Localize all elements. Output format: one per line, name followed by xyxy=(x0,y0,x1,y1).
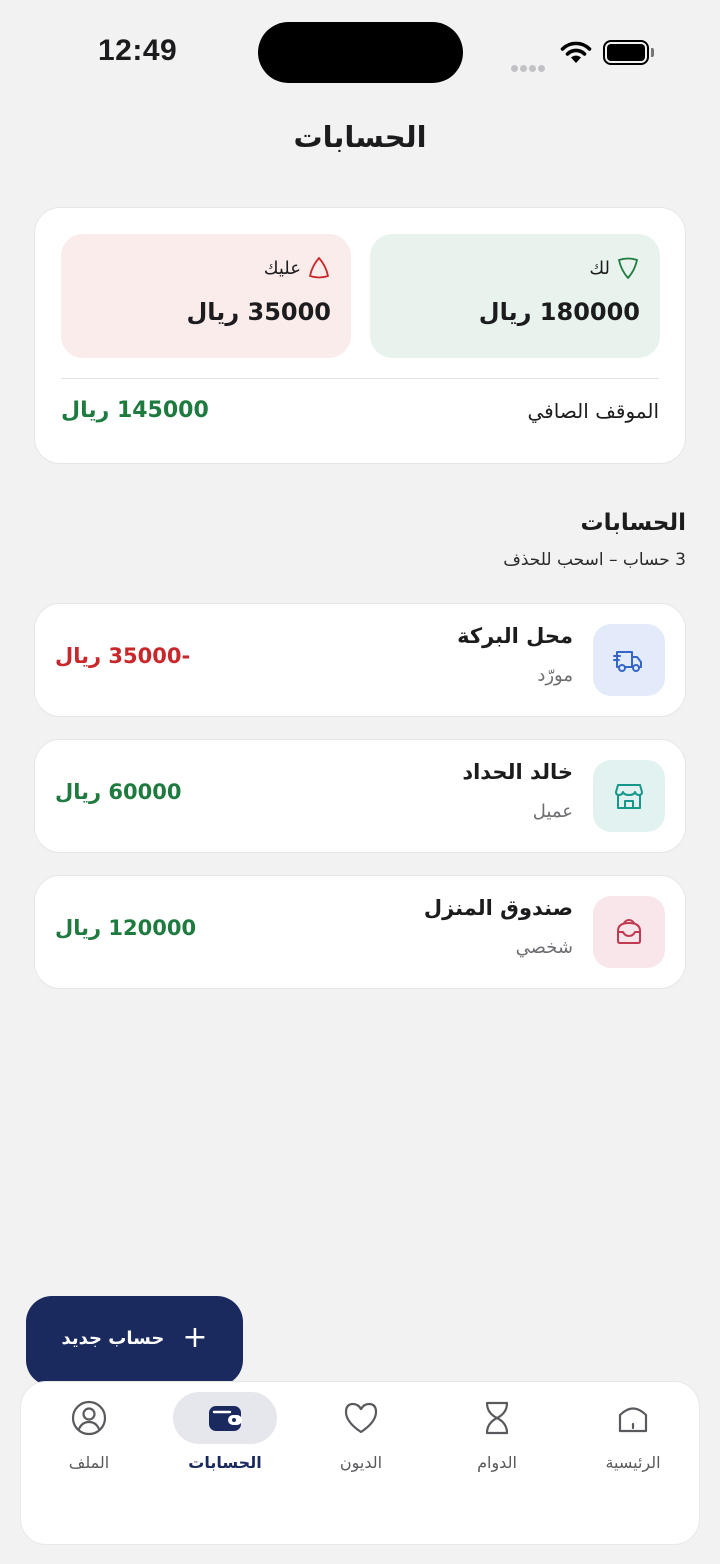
credit-box: لك 180000 ريال xyxy=(370,234,660,358)
account-type: مورّد xyxy=(537,665,573,686)
account-row[interactable]: محل البركة مورّد -35000 ريال xyxy=(34,603,686,717)
debit-label: عليك xyxy=(263,257,301,279)
new-account-label: حساب جديد xyxy=(61,1327,165,1349)
new-account-button[interactable]: حساب جديد + xyxy=(26,1296,243,1386)
nav-item-debts[interactable]: الديون xyxy=(301,1392,421,1492)
account-row[interactable]: صندوق المنزل شخصي 120000 ريال xyxy=(34,875,686,989)
summary-divider xyxy=(61,378,659,379)
nav-label: الرئيسية xyxy=(605,1453,661,1472)
nav-label: الديون xyxy=(339,1453,383,1472)
dynamic-island xyxy=(258,22,463,83)
home-icon xyxy=(618,1407,648,1433)
signal-icon xyxy=(511,57,547,76)
battery-icon xyxy=(603,40,654,65)
credit-label: لك xyxy=(589,257,610,279)
hourglass-icon xyxy=(485,1401,509,1435)
section-subtitle: 3 حساب – اسحب للحذف xyxy=(503,550,686,570)
debit-box: عليك 35000 ريال xyxy=(61,234,351,358)
account-type: شخصي xyxy=(515,937,573,958)
nav-item-accounts[interactable]: الحسابات xyxy=(165,1392,285,1492)
store-icon xyxy=(593,760,665,832)
debit-amount: 35000 ريال xyxy=(186,298,331,326)
status-time: 12:49 xyxy=(98,34,178,67)
nav-label: الحسابات xyxy=(188,1453,262,1472)
account-amount: 60000 ريال xyxy=(55,780,182,804)
account-amount: 120000 ريال xyxy=(55,916,197,940)
plus-icon: + xyxy=(182,1320,208,1355)
wallet-icon xyxy=(209,1406,242,1431)
nav-item-attendance[interactable]: الدوام xyxy=(437,1392,557,1492)
nav-item-profile[interactable]: الملف xyxy=(29,1392,149,1492)
heart-down-icon xyxy=(618,257,638,279)
bottom-nav: الرئيسية الدوام الديون الحسابات الملف xyxy=(20,1381,700,1545)
status-bar: 12:49 xyxy=(0,0,720,100)
nav-label: الملف xyxy=(68,1453,110,1472)
warning-up-icon xyxy=(309,257,329,279)
account-name: خالد الحداد xyxy=(462,760,573,784)
account-type: عميل xyxy=(532,801,573,822)
credit-amount: 180000 ريال xyxy=(478,298,640,326)
net-label: الموقف الصافي xyxy=(527,399,659,423)
piggy-bank-icon xyxy=(593,896,665,968)
section-title: الحسابات xyxy=(580,510,686,536)
heart-icon xyxy=(344,1402,378,1434)
truck-icon xyxy=(593,624,665,696)
account-name: محل البركة xyxy=(457,624,573,648)
account-amount: -35000 ريال xyxy=(55,644,191,668)
page-title: الحسابات xyxy=(293,120,427,154)
wifi-icon xyxy=(560,41,592,63)
account-name: صندوق المنزل xyxy=(423,896,573,920)
net-amount: 145000 ريال xyxy=(61,398,209,423)
summary-card: لك 180000 ريال عليك 35000 ريال الموقف ال… xyxy=(34,207,686,464)
nav-label: الدوام xyxy=(477,1453,517,1472)
account-row[interactable]: خالد الحداد عميل 60000 ريال xyxy=(34,739,686,853)
nav-item-home[interactable]: الرئيسية xyxy=(573,1392,693,1492)
profile-icon xyxy=(71,1400,107,1436)
